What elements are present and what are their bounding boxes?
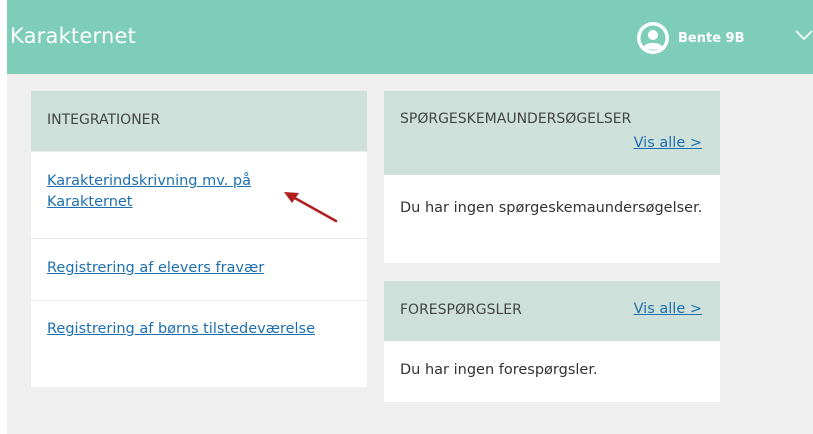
integrationer-title: INTEGRATIONER [47, 112, 161, 128]
forespoergsler-empty-text: Du har ingen forespørgsler. [400, 362, 598, 378]
link-elevers-fravaer[interactable]: Registrering af elevers fravær [47, 258, 367, 279]
list-item: Registrering af børns tilstedeværelse [31, 300, 367, 386]
annotation-arrow-icon [284, 192, 338, 223]
left-edge-strip [0, 0, 7, 434]
chevron-down-icon[interactable] [795, 30, 813, 42]
spoergeskema-empty-text: Du har ingen spørgeskemaundersøgelser. [400, 200, 703, 216]
integrationer-header: INTEGRATIONER [31, 91, 367, 151]
forespoergsler-title: FORESPØRGSLER [400, 302, 522, 318]
user-avatar-icon[interactable] [637, 22, 669, 54]
spoergeskema-panel: SPØRGESKEMAUNDERSØGELSER Vis alle > Du h… [384, 91, 720, 263]
top-navigation-bar: Karakternet Bente 9B [7, 0, 813, 74]
spoergeskema-title: SPØRGESKEMAUNDERSØGELSER [400, 111, 632, 127]
vis-alle-forespoergsler-link[interactable]: Vis alle > [634, 301, 702, 317]
user-menu[interactable]: Bente 9B [637, 22, 745, 54]
app-title[interactable]: Karakternet [10, 24, 136, 48]
forespoergsler-header: FORESPØRGSLER Vis alle > [384, 281, 720, 341]
link-karakterindskrivning[interactable]: Karakterindskrivning mv. på Karakternet [47, 171, 317, 213]
spoergeskema-header: SPØRGESKEMAUNDERSØGELSER Vis alle > [384, 91, 720, 175]
forespoergsler-panel: FORESPØRGSLER Vis alle > Du har ingen fo… [384, 281, 720, 402]
list-item: Registrering af elevers fravær [31, 238, 367, 300]
integrationer-panel: INTEGRATIONER Karakterindskrivning mv. p… [31, 91, 367, 387]
user-name[interactable]: Bente 9B [678, 31, 745, 46]
link-boerns-tilstedevaerelse[interactable]: Registrering af børns tilstedeværelse [47, 319, 317, 340]
vis-alle-spoergeskema-link[interactable]: Vis alle > [634, 135, 702, 151]
list-item: Karakterindskrivning mv. på Karakternet [31, 151, 367, 238]
